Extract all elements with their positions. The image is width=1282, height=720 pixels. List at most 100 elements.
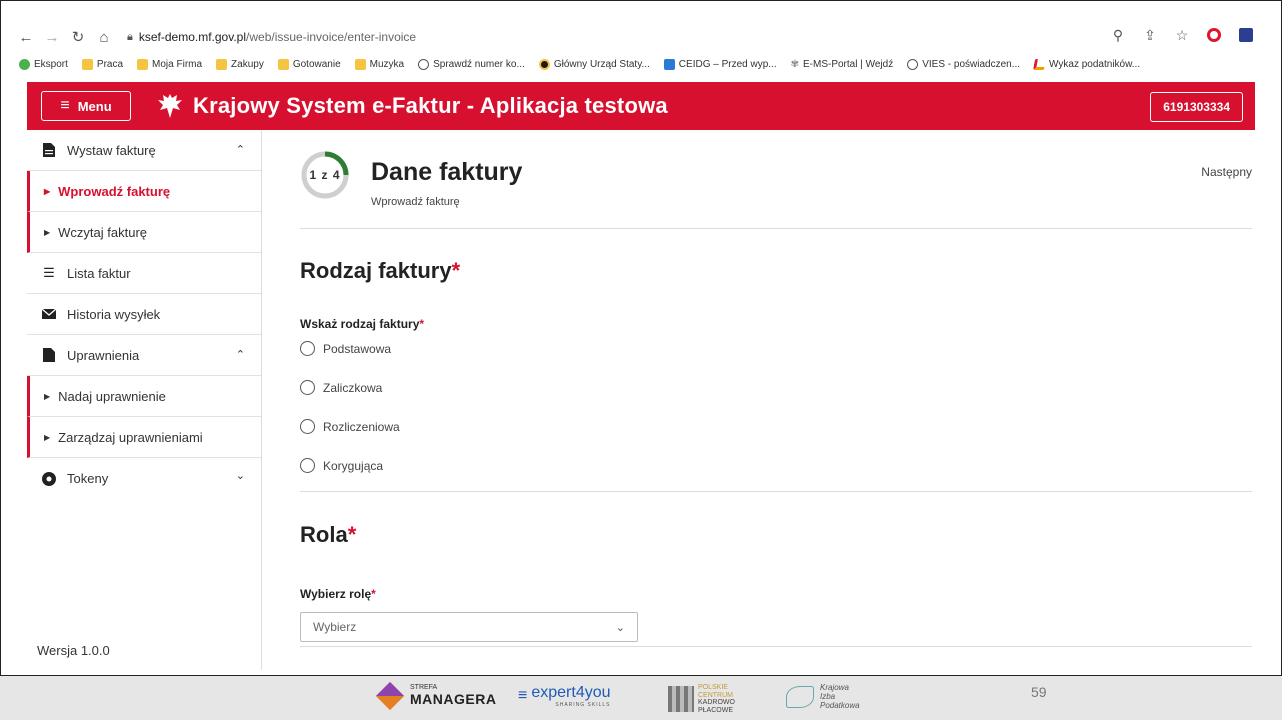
logo-text: STREFA bbox=[410, 684, 438, 691]
divider bbox=[300, 228, 1252, 229]
section-title-invoice-type: Rodzaj faktury* bbox=[300, 258, 460, 284]
radio-option-zaliczkowa[interactable]: Zaliczkowa bbox=[300, 380, 382, 395]
kip-logo-icon bbox=[786, 686, 814, 709]
star-icon[interactable]: ☆ bbox=[1173, 26, 1191, 44]
page-title: Dane faktury bbox=[371, 158, 523, 186]
menu-button[interactable]: ≡ Menu bbox=[41, 91, 131, 121]
bookmark-label: Muzyka bbox=[369, 58, 405, 70]
bookmark-label: Główny Urząd Staty... bbox=[553, 58, 650, 70]
screenshot-frame: ← → ↻ ⌂ 🔒︎ ksef-demo.mf.gov.pl/web/issue… bbox=[0, 0, 1282, 676]
bookmark-item[interactable]: Zakupy bbox=[216, 58, 264, 70]
lock-icon[interactable]: 🔒︎ bbox=[127, 31, 133, 44]
sidebar: Wystaw fakturę ⌃ ▶ Wprowadź fakturę ▶ Wc… bbox=[27, 130, 262, 670]
back-icon[interactable]: ← bbox=[15, 26, 37, 48]
bookmark-label: CEIDG – Przed wyp... bbox=[678, 58, 777, 70]
list-icon: ☰ bbox=[43, 265, 55, 280]
token-icon bbox=[41, 471, 57, 486]
radio-label: Korygująca bbox=[323, 458, 384, 473]
dot-yellow-icon bbox=[538, 58, 550, 70]
globe-icon bbox=[907, 58, 919, 70]
bookmark-label: Eksport bbox=[34, 58, 68, 70]
sidebar-item-lista-faktur[interactable]: ☰ Lista faktur bbox=[27, 253, 261, 294]
logo-text: SHARING SKILLS bbox=[555, 702, 611, 708]
radio-button[interactable] bbox=[300, 419, 315, 434]
next-step-link[interactable]: Następny bbox=[1201, 165, 1252, 179]
step-counter: 1 z 4 bbox=[309, 168, 341, 182]
sidebar-item-label: Wprowadź fakturę bbox=[58, 183, 171, 199]
home-icon[interactable]: ⌂ bbox=[93, 26, 115, 48]
bookmark-item[interactable]: ✾ E-MS-Portal | Wejdź bbox=[791, 59, 894, 70]
chevron-up-icon: ⌃ bbox=[235, 144, 245, 156]
main-content: 1 z 4 Dane faktury Wprowadź fakturę Nast… bbox=[300, 130, 1252, 670]
globe-icon bbox=[418, 58, 430, 70]
extension-icon[interactable] bbox=[1237, 26, 1255, 44]
bookmark-item[interactable]: Praca bbox=[81, 58, 123, 70]
bookmark-label: Sprawdź numer ko... bbox=[433, 58, 525, 70]
sidebar-item-label: Lista faktur bbox=[67, 265, 131, 281]
radio-button[interactable] bbox=[300, 458, 315, 473]
bookmark-item[interactable]: Gotowanie bbox=[277, 58, 341, 70]
sidebar-item-nadaj-uprawnienie[interactable]: ▶ Nadaj uprawnienie bbox=[27, 376, 261, 417]
bookmark-item[interactable]: CEIDG – Przed wyp... bbox=[663, 58, 777, 70]
share-icon[interactable]: ⇪ bbox=[1141, 26, 1159, 44]
bookmark-item[interactable]: Główny Urząd Staty... bbox=[538, 58, 650, 70]
bookmark-item[interactable]: Eksport bbox=[19, 58, 68, 70]
sidebar-item-tokeny[interactable]: Tokeny ⌄ bbox=[27, 458, 261, 499]
sidebar-item-wczytaj-fakture[interactable]: ▶ Wczytaj fakturę bbox=[27, 212, 261, 253]
bookmark-item[interactable]: Sprawdź numer ko... bbox=[418, 58, 525, 70]
required-marker: * bbox=[347, 522, 357, 547]
reload-icon[interactable]: ↻ bbox=[67, 26, 89, 48]
folder-icon bbox=[216, 58, 228, 70]
role-select[interactable]: Wybierz ⌄ bbox=[300, 612, 638, 642]
field-label-text: Wskaż rodzaj faktury bbox=[300, 317, 420, 331]
sidebar-item-label: Wczytaj fakturę bbox=[58, 224, 148, 240]
radio-button[interactable] bbox=[300, 380, 315, 395]
expert4you-logo: ≡ expert4you SHARING SKILLS bbox=[518, 684, 611, 708]
radio-label: Rozliczeniowa bbox=[323, 419, 400, 434]
bookmarks-bar: Eksport Praca Moja Firma Zakupy Gotowanie Muz… bbox=[19, 53, 1269, 75]
bookmark-item[interactable]: Moja Firma bbox=[137, 58, 202, 70]
bookmark-item[interactable]: Wykaz podatników... bbox=[1033, 58, 1140, 70]
radio-label: Podstawowa bbox=[323, 341, 392, 356]
radio-label: Zaliczkowa bbox=[323, 380, 383, 395]
version-label: Wersja 1.0.0 bbox=[37, 643, 110, 658]
opera-extension-icon[interactable] bbox=[1205, 26, 1223, 44]
bookmark-item[interactable]: Muzyka bbox=[354, 58, 405, 70]
divider bbox=[300, 646, 1252, 647]
chevron-down-icon: ⌄ bbox=[615, 622, 625, 634]
radio-option-korygujaca[interactable]: Korygująca bbox=[300, 458, 383, 473]
radio-option-podstawowa[interactable]: Podstawowa bbox=[300, 341, 391, 356]
folder-icon bbox=[81, 58, 93, 70]
logo-text: Podatkowa bbox=[820, 700, 860, 710]
section-title-role: Rola* bbox=[300, 522, 356, 548]
sidebar-item-wprowadz-fakture[interactable]: ▶ Wprowadź fakturę bbox=[27, 171, 261, 212]
sidebar-item-uprawnienia[interactable]: Uprawnienia ⌃ bbox=[27, 335, 261, 376]
document-icon bbox=[41, 348, 57, 362]
sidebar-item-historia-wysylek[interactable]: Historia wysyłek bbox=[27, 294, 261, 335]
radio-button[interactable] bbox=[300, 341, 315, 356]
logo-text: PŁACOWE bbox=[698, 707, 734, 715]
bookmark-label: Zakupy bbox=[231, 58, 264, 70]
sidebar-item-label: Nadaj uprawnienie bbox=[58, 388, 166, 404]
sidebar-item-wystaw-fakture[interactable]: Wystaw fakturę ⌃ bbox=[27, 130, 261, 171]
app-header: ≡ Menu Krajowy System e-Faktur - Aplikac… bbox=[27, 82, 1255, 130]
url-field[interactable]: ksef-demo.mf.gov.pl/web/issue-invoice/en… bbox=[139, 30, 416, 44]
wykaz-icon bbox=[1033, 58, 1047, 70]
bookmark-label: VIES - poświadczen... bbox=[922, 58, 1021, 70]
triangle-right-icon: ▶ bbox=[44, 391, 51, 401]
logo-text: expert4you bbox=[531, 684, 611, 701]
diamond-logo-icon bbox=[375, 681, 405, 710]
hamburger-icon: ≡ bbox=[60, 97, 70, 114]
zoom-icon[interactable]: ⚲ bbox=[1109, 26, 1127, 44]
sidebar-item-zarzadzaj-uprawnieniami[interactable]: ▶ Zarządzaj uprawnieniami bbox=[27, 417, 261, 458]
sidebar-item-label: Historia wysyłek bbox=[67, 306, 161, 322]
field-label-text: Wybierz rolę bbox=[300, 587, 372, 601]
role-label: Wybierz rolę* bbox=[300, 587, 376, 601]
radio-option-rozliczeniowa[interactable]: Rozliczeniowa bbox=[300, 419, 400, 434]
browser-toolbar: ⚲ ⇪ ☆ bbox=[1109, 26, 1255, 44]
forward-icon[interactable]: → bbox=[41, 26, 63, 48]
nip-button[interactable]: 6191303334 bbox=[1150, 92, 1243, 122]
bookmark-item[interactable]: VIES - poświadczen... bbox=[907, 58, 1021, 70]
triangle-right-icon: ▶ bbox=[44, 432, 51, 442]
pckp-logo-icon bbox=[668, 686, 694, 713]
